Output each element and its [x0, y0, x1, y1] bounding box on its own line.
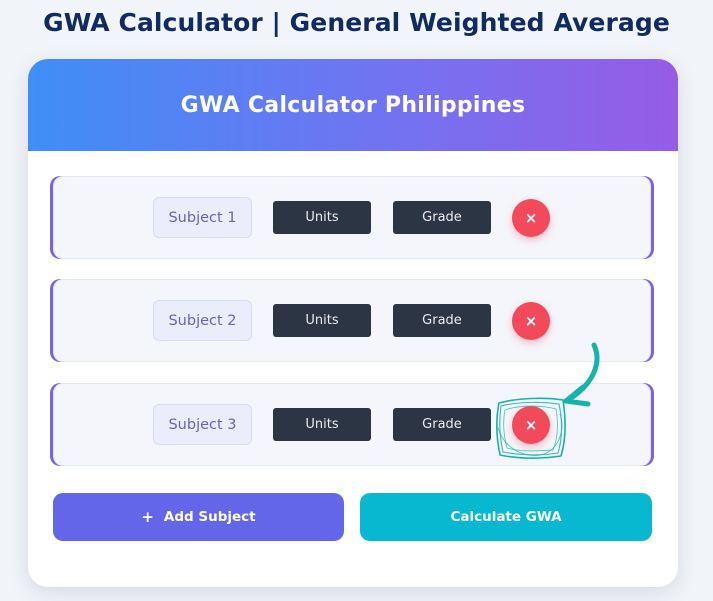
calculate-gwa-label: Calculate GWA	[450, 509, 562, 525]
grade-input-3[interactable]: Grade	[393, 408, 491, 441]
units-input-1[interactable]: Units	[273, 201, 371, 234]
plus-icon: +	[141, 508, 154, 526]
remove-subject-button-2[interactable]: ×	[512, 302, 550, 340]
card-header-title: GWA Calculator Philippines	[180, 92, 526, 118]
close-icon: ×	[524, 416, 538, 434]
close-icon: ×	[524, 209, 538, 227]
subject-label-2: Subject 2	[153, 300, 252, 341]
remove-subject-button-1[interactable]: ×	[512, 199, 550, 237]
add-subject-label: Add Subject	[163, 509, 256, 525]
subject-label-1: Subject 1	[153, 197, 252, 238]
close-icon: ×	[524, 312, 538, 330]
grade-input-1[interactable]: Grade	[393, 201, 491, 234]
card-header: GWA Calculator Philippines	[28, 59, 678, 151]
calculate-gwa-button[interactable]: Calculate GWA	[360, 493, 652, 541]
remove-subject-button-3[interactable]: ×	[512, 406, 550, 444]
subject-row-3: Subject 3 Units Grade ×	[53, 383, 651, 466]
subject-label-3: Subject 3	[153, 404, 252, 445]
subject-row-2: Subject 2 Units Grade ×	[53, 279, 651, 362]
units-input-2[interactable]: Units	[273, 304, 371, 337]
grade-input-2[interactable]: Grade	[393, 304, 491, 337]
page-title: GWA Calculator | General Weighted Averag…	[43, 8, 670, 37]
units-input-3[interactable]: Units	[273, 408, 371, 441]
subject-row-1: Subject 1 Units Grade ×	[53, 176, 651, 259]
calculator-card: GWA Calculator Philippines Subject 1 Uni…	[28, 59, 678, 587]
add-subject-button[interactable]: + Add Subject	[53, 493, 344, 541]
